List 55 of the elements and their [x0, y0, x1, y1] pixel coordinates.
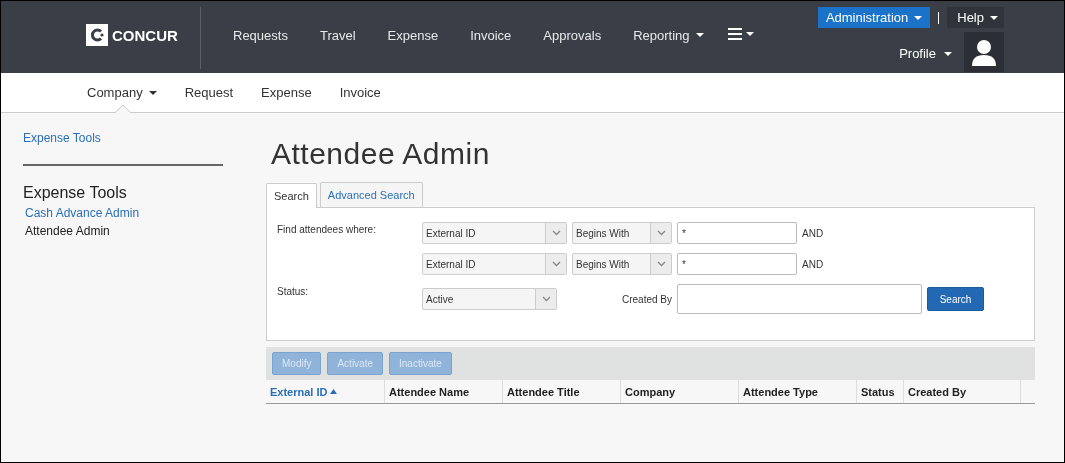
- tab[interactable]: Search: [266, 183, 317, 208]
- form-label: Created By: [620, 293, 672, 305]
- dropdown[interactable]: Begins With: [572, 222, 672, 244]
- chevron-icon: [551, 261, 561, 267]
- sidebar-item[interactable]: Cash Advance Admin: [23, 206, 231, 220]
- joiner-label: AND: [802, 258, 825, 270]
- search-button[interactable]: Search: [927, 287, 984, 311]
- caret-icon: [148, 90, 157, 95]
- chevron-icon: [551, 230, 561, 236]
- sidebar-link[interactable]: Expense Tools: [23, 131, 223, 166]
- administration-menu[interactable]: Administration: [817, 7, 931, 28]
- column-header[interactable]: Company: [620, 380, 738, 403]
- sub-nav-link[interactable]: Expense: [261, 73, 312, 112]
- nav-link[interactable]: Approvals: [527, 27, 618, 43]
- nav-link[interactable]: Requests: [217, 27, 304, 43]
- menu-icon[interactable]: [727, 27, 756, 40]
- dropdown[interactable]: External ID: [422, 253, 567, 275]
- dropdown[interactable]: Begins With: [572, 253, 672, 275]
- help-menu[interactable]: Help: [947, 7, 1004, 28]
- logo-icon: [86, 24, 108, 46]
- column-header[interactable]: Status: [856, 380, 903, 403]
- input-field[interactable]: [677, 284, 922, 314]
- sidebar-item[interactable]: Attendee Admin: [23, 224, 231, 238]
- sidebar-heading: Expense Tools: [23, 184, 128, 202]
- chevron-icon: [656, 230, 666, 236]
- joiner-label: AND: [802, 227, 825, 239]
- caret-icon: [914, 15, 923, 20]
- column-header[interactable]: Attendee Name: [384, 380, 502, 403]
- column-header[interactable]: External ID: [266, 380, 384, 403]
- logo-text: CONCUR: [112, 26, 178, 44]
- chevron-icon: [656, 261, 666, 267]
- nav-link[interactable]: Expense: [371, 27, 455, 43]
- column-header[interactable]: Attendee Type: [738, 380, 856, 403]
- tab[interactable]: Advanced Search: [319, 182, 423, 207]
- caret-icon: [990, 15, 998, 20]
- input-field[interactable]: *: [677, 253, 797, 275]
- profile-menu[interactable]: Profile: [899, 46, 952, 61]
- chevron-icon: [541, 296, 551, 302]
- sub-nav-link[interactable]: Company: [87, 73, 157, 112]
- caret-icon: [695, 33, 704, 37]
- form-label: Status:: [277, 285, 310, 297]
- caret-icon: [944, 51, 952, 56]
- page-title: Attendee Admin: [271, 137, 491, 171]
- sort-icon: [330, 389, 338, 394]
- dropdown[interactable]: Active: [422, 288, 557, 310]
- sub-nav-link[interactable]: Invoice: [339, 73, 381, 112]
- column-header[interactable]: Created By: [903, 380, 1021, 403]
- column-header[interactable]: Attendee Title: [502, 380, 620, 403]
- sub-nav-link[interactable]: Request: [184, 73, 234, 112]
- nav-link[interactable]: Reporting: [617, 27, 720, 43]
- dropdown[interactable]: External ID: [422, 222, 567, 244]
- input-field[interactable]: *: [677, 222, 797, 244]
- nav-link[interactable]: Invoice: [454, 27, 528, 43]
- nav-link[interactable]: Travel: [303, 27, 372, 43]
- form-label: Find attendees where:: [277, 223, 377, 235]
